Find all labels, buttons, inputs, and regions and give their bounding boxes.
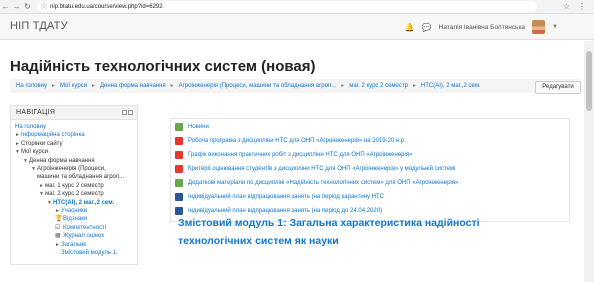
navigation-title: НАВІГАЦІЯ xyxy=(16,109,56,116)
page-scrollbar[interactable] xyxy=(584,41,594,282)
dock-icon[interactable] xyxy=(122,110,127,115)
info-icon[interactable]: ⓘ xyxy=(41,2,47,11)
activity-schedule[interactable]: Графік виконання практичних робіт з дисц… xyxy=(175,151,412,159)
nav-item-my-courses[interactable]: ▼ Мої курси xyxy=(11,148,137,156)
course-activities: Новини Робоча програма з дисципліни НТС … xyxy=(170,118,570,222)
nav-item-mag1[interactable]: ► маг. 1 курс 2 семестр xyxy=(11,182,137,190)
trophy-icon: 🏆 xyxy=(55,216,63,223)
chevron-down-icon[interactable]: ▼ xyxy=(552,24,558,30)
navigation-block: НАВІГАЦІЯ На головну ► Інформаційна стор… xyxy=(10,105,138,265)
breadcrumb-item[interactable]: маг. 2 курс 2 семестр xyxy=(349,83,408,89)
notification-bell-icon[interactable]: 🔔 xyxy=(405,23,415,32)
nav-item-general[interactable]: ► Загальне xyxy=(11,241,137,249)
activity-work-program[interactable]: Робоча програма з дисципліни НТС для ОНП… xyxy=(175,137,406,145)
navigation-block-header: НАВІГАЦІЯ xyxy=(11,106,137,120)
nav-item-competencies[interactable]: ☑ Компетентності xyxy=(11,224,137,232)
scrollbar-thumb[interactable] xyxy=(586,51,592,111)
address-bar[interactable]: ⓘ nip.btatu.edu.ua/course/view.php?id=62… xyxy=(37,1,537,12)
breadcrumb-separator-icon: ► xyxy=(169,83,175,89)
user-menu[interactable]: 🔔 💬 Наталія Іванівна Болтянська ▼ xyxy=(405,20,558,34)
url-text: nip.btatu.edu.ua/course/view.php?id=6292 xyxy=(50,3,163,10)
breadcrumb-separator-icon: ► xyxy=(411,83,417,89)
pdf-file-icon xyxy=(175,137,183,145)
activity-criteria[interactable]: Критерії оцінювання студентів з дисциплі… xyxy=(175,165,455,173)
messages-icon[interactable]: 💬 xyxy=(422,23,432,32)
breadcrumb-separator-icon: ► xyxy=(340,83,346,89)
nav-item-current-course[interactable]: ▼ НТС(АІ), 2 маг.,2 сем. xyxy=(11,199,137,207)
nav-item-info-page[interactable]: ► Інформаційна сторінка xyxy=(11,131,137,139)
folder-icon xyxy=(175,179,183,187)
breadcrumb-separator-icon: ► xyxy=(51,83,56,89)
forum-icon xyxy=(175,123,183,131)
nav-item-home[interactable]: На головну xyxy=(11,123,137,131)
breadcrumb-item[interactable]: НТС(АІ), 2 маг.,2 сем. xyxy=(421,83,481,89)
nav-item-site-pages[interactable]: ► Сторінки сайту xyxy=(11,140,137,148)
reload-button[interactable]: ↻ xyxy=(22,1,33,13)
navigation-tree: На головну ► Інформаційна сторінка ► Сто… xyxy=(11,120,137,258)
avatar[interactable] xyxy=(532,20,546,34)
breadcrumb: На головну ► Мої курси ► Денна форма нав… xyxy=(10,79,582,93)
user-name[interactable]: Наталія Іванівна Болтянська xyxy=(439,24,525,31)
forward-button[interactable]: → xyxy=(11,1,22,13)
pdf-file-icon xyxy=(175,151,183,159)
breadcrumb-item[interactable]: Денна форма навчання xyxy=(100,83,166,89)
grid-icon: ▦ xyxy=(55,233,61,240)
site-header: НІП ТДАТУ 🔔 💬 Наталія Іванівна Болтянськ… xyxy=(0,14,594,40)
nav-item-mag2[interactable]: ▼ маг. 2 курс 2 семестр xyxy=(11,190,137,198)
nav-item-full-time[interactable]: ▼ Денна форма навчання xyxy=(11,157,137,165)
browser-toolbar: ← → ↻ ⓘ nip.btatu.edu.ua/course/view.php… xyxy=(0,0,594,14)
breadcrumb-item[interactable]: Мої курси xyxy=(60,83,87,89)
pdf-file-icon xyxy=(175,165,183,173)
activity-individual-plan-1[interactable]: Індивідуальний план відпрацювання занять… xyxy=(175,193,384,201)
breadcrumb-separator-icon: ► xyxy=(91,83,96,89)
breadcrumb-item[interactable]: На головну xyxy=(16,83,47,89)
nav-item-grades[interactable]: ▦ Журнал оцінок xyxy=(11,232,137,240)
collapse-icon[interactable] xyxy=(128,110,133,115)
site-brand[interactable]: НІП ТДАТУ xyxy=(10,20,68,32)
nav-item-agroengineering-cont: машини та обладнання агроп... xyxy=(37,174,125,181)
nav-item-module1[interactable]: Змістовий модуль 1: xyxy=(11,249,137,257)
back-button[interactable]: ← xyxy=(0,1,11,13)
breadcrumb-item[interactable]: Агроінженерія (Процеси, машини та обладн… xyxy=(179,83,337,89)
edit-button[interactable]: Редагувати xyxy=(535,81,581,94)
nav-item-agroengineering[interactable]: ▼ Агроінженерія (Процеси, xyxy=(11,165,137,173)
page-title: Надійність технологічних систем (новая) xyxy=(10,58,316,75)
nav-item-badges[interactable]: 🏆 Відзнаки xyxy=(11,215,137,223)
checklist-icon: ☑ xyxy=(55,224,61,231)
word-file-icon xyxy=(175,193,183,201)
activity-extra-materials[interactable]: Додаткові матеріали по дисципліні «Надій… xyxy=(175,179,458,187)
section-title[interactable]: Змістовий модуль 1: Загальна характерист… xyxy=(178,214,528,250)
star-icon[interactable]: ☆ xyxy=(563,2,570,11)
activity-news[interactable]: Новини xyxy=(175,123,209,131)
nav-item-participants[interactable]: ► Учасники xyxy=(11,207,137,215)
menu-icon[interactable]: ⋮ xyxy=(578,2,586,11)
